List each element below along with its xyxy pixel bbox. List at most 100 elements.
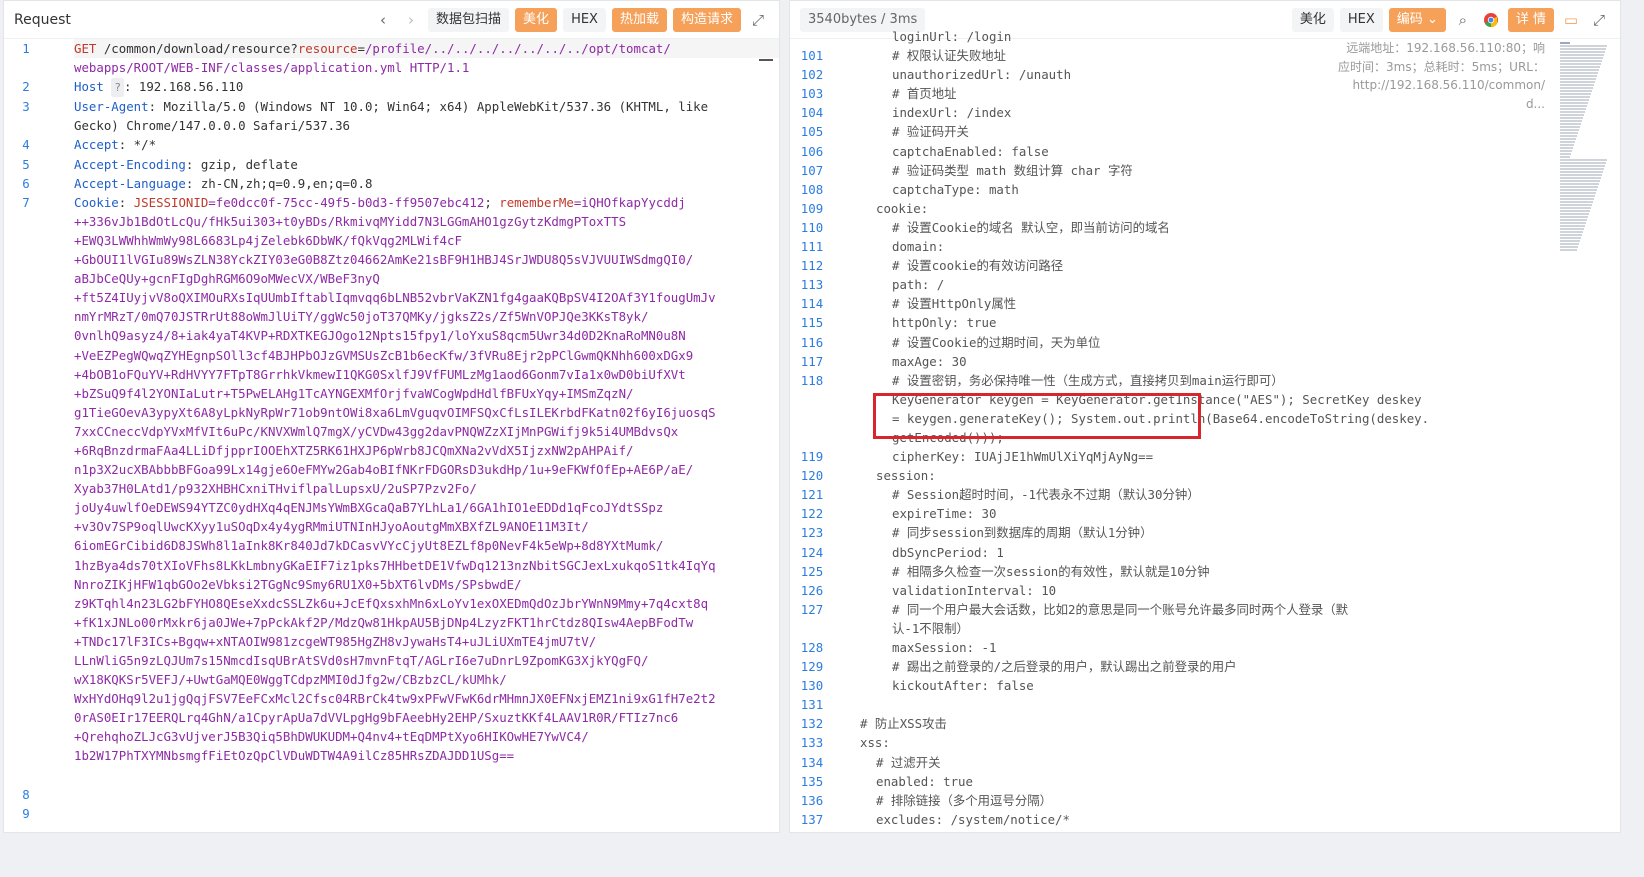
request-path: /common/download/resource?: [96, 41, 298, 56]
yaml-text: cipherKey: IUAjJE1hWmUlXiYqMjAyNg==: [892, 449, 1154, 465]
response-line: 136 # 排除链接（多个用逗号分隔）: [790, 791, 1620, 810]
line-number: 116: [800, 334, 824, 350]
cookie-value-cont: ++336vJb1BdOtLcQu/fHk5ui303+t0yBDs/Rkmiv…: [74, 213, 627, 229]
response-line: 130 kickoutAfter: false: [790, 676, 1620, 695]
cookie-value-cont: joUy4uwlfOeDEWS94YTZC0ydHXq4qENJMsYWmBXG…: [74, 500, 664, 516]
minimap-line: [1560, 99, 1589, 101]
line-number: 103: [800, 86, 824, 102]
line-text: Gecko) Chrome/147.0.0.0 Safari/537.36: [74, 116, 779, 135]
line-number: 9: [22, 805, 30, 821]
line-number: 118: [800, 372, 824, 388]
yaml-text: domain:: [892, 239, 952, 255]
line-text: # Session超时时间，-1代表永不过期（默认30分钟）: [860, 485, 1620, 504]
line-text: # 防止XSS攻击: [860, 714, 1620, 733]
header-value-cont: Gecko) Chrome/147.0.0.0 Safari/537.36: [74, 118, 351, 134]
minimap-line: [1560, 66, 1600, 68]
yaml-text: # 同步session到数据库的周期（默认1分钟）: [892, 525, 1153, 541]
line-number: 125: [800, 563, 824, 579]
line-number: 3: [22, 99, 30, 115]
minimap-line: [1560, 156, 1570, 158]
yaml-text: loginUrl: /login: [892, 29, 1012, 44]
request-line: Xyab37H0LAtd1/p932XHBHCxniTHviflpalLupsx…: [4, 479, 779, 498]
line-number: 108: [800, 181, 824, 197]
request-line: z9KTqhl4n23LG2bFYHO8QEseXxdcSSLZk6u+JcEf…: [4, 594, 779, 613]
line-number: 128: [800, 640, 824, 655]
line-text: z9KTqhl4n23LG2bFYHO8QEseXxdcSSLZk6u+JcEf…: [74, 594, 779, 613]
beautify-button[interactable]: 美化: [515, 8, 558, 32]
line-number: 113: [800, 277, 824, 293]
line-text: cipherKey: IUAjJE1hWmUlXiYqMjAyNg==: [860, 447, 1620, 466]
minimap-line: [1560, 216, 1588, 218]
line-text: nmYrMRzT/0mQ70JSTRrUt88oWmJlUiTY/ggWc50j…: [74, 307, 779, 326]
back-arrow-icon[interactable]: ‹: [372, 8, 394, 32]
request-line: +v3Ov7SP9oqlUwcKXyy1uSOqDx4y4ygRMmiUTNIn…: [4, 517, 779, 536]
minimap-line: [1560, 225, 1585, 227]
line-text: +v3Ov7SP9oqlUwcKXyy1uSOqDx4y4ygRMmiUTNIn…: [74, 517, 779, 536]
minimap-line: [1560, 108, 1586, 110]
minimap-line: [1560, 69, 1599, 71]
header-key: Accept: [74, 137, 119, 153]
line-number: 2: [22, 79, 30, 95]
minimap-line: [1560, 117, 1583, 119]
request-line: 1hzBya4ds70tXIoVFhs8LKkLmbnyGKaEIF7iz1pk…: [4, 556, 779, 575]
hot-load-button[interactable]: 热加载: [611, 8, 667, 32]
cookie-value-cont: Xyab37H0LAtd1/p932XHBHCxniTHviflpalLupsx…: [74, 481, 477, 497]
packet-scan-button[interactable]: 数据包扫描: [428, 8, 510, 32]
minimap-line: [1560, 141, 1575, 143]
minimap-line: [1560, 159, 1607, 161]
http-protocol: HTTP/1.1: [402, 60, 470, 76]
expand-icon[interactable]: ⤢: [747, 8, 769, 32]
line-number: 101: [800, 48, 824, 64]
minimap-line: [1560, 207, 1591, 209]
response-line: 126 validationInterval: 10: [790, 581, 1620, 600]
line-text: Host ?: 192.168.56.110: [74, 77, 779, 98]
request-line: 6 Accept-Language: zh-CN,zh;q=0.9,en;q=0.…: [4, 174, 779, 193]
request-line: wX18KQKSr5VEFJ/+UwtGaMQE0WggTCdpzMMI0dJf…: [4, 670, 779, 689]
yaml-text: session:: [876, 468, 936, 484]
line-text: 认-1不限制）: [860, 619, 1620, 638]
line-text: +6RqBnzdrmaFAa4LLiDfjpprIOOEhXTZ5RK61HXJ…: [74, 441, 779, 460]
yaml-text: # 排除链接（多个用逗号分隔）: [876, 792, 1052, 808]
minimap-line: [1560, 84, 1594, 86]
request-line: +4bOB1oFQuYV+RdHVYY7FTpT8GrrhkVkmewI1QKG…: [4, 365, 779, 384]
param-key: resource: [297, 41, 358, 56]
response-line: 123 # 同步session到数据库的周期（默认1分钟）: [790, 523, 1620, 542]
cookie-value-cont: nmYrMRzT/0mQ70JSTRrUt88oWmJlUiTY/ggWc50j…: [74, 309, 649, 325]
cookie-value-cont: +EWQ3LWWhhWmWy98L6683Lp4jZelebk6DbWK/fQk…: [74, 232, 462, 248]
minimap-line: [1560, 87, 1593, 89]
header-value: : 192.168.56.110: [123, 79, 244, 95]
header-value: : */*: [118, 137, 157, 153]
scroll-indicator[interactable]: [759, 59, 773, 61]
request-editor[interactable]: 1 GET /common/download/resource?resource=…: [4, 39, 779, 832]
response-line: 133 xss:: [790, 733, 1620, 752]
minimap-line: [1560, 189, 1597, 191]
request-line: +GbOUI1lVGIu89WsZLN38YckZIY03eG0B8Ztz046…: [4, 250, 779, 269]
http-method: GET: [74, 41, 97, 56]
line-text: excludes: /system/notice/*: [860, 810, 1620, 829]
yaml-text: # 同一个用户最大会话数，比如2的意思是同一个账号允许最多同时两个人登录（默: [892, 601, 1349, 617]
code-minimap[interactable]: [1560, 41, 1608, 301]
line-text: # 设置HttpOnly属性: [860, 294, 1620, 313]
request-line: n1p3X2ucXBAbbbBFGoa99Lx14gje6OeFMYw2Gab4…: [4, 460, 779, 479]
request-line: 4 Accept: */*: [4, 135, 779, 154]
construct-request-button[interactable]: 构造请求: [672, 8, 741, 32]
info-line: http://192.168.56.110/common/: [1352, 78, 1545, 93]
forward-arrow-icon[interactable]: ›: [400, 8, 422, 32]
line-text: expireTime: 30: [860, 504, 1620, 523]
line-text: 0rAS0EIr17EERQLrq4GhN/a1CpyrApUa7dVVLpgH…: [74, 708, 779, 727]
response-line: 129 # 踢出之前登录的/之后登录的用户，默认踢出之前登录的用户: [790, 657, 1620, 676]
line-text: # 设置Cookie的域名 默认空，即当前访问的域名: [860, 218, 1620, 237]
minimap-line: [1560, 228, 1584, 230]
line-text: # 相隔多久检查一次session的有效性，默认就是10分钟: [860, 562, 1620, 581]
cookie-value-cont: 1b2W17PhTXYMNbsmgfFiEtOzQpClVDuWDTW4A9il…: [74, 748, 515, 764]
cookie-value-cont: LLnWliG5n9zLQJUm7s15NmcdIsqUBrAtSVd0sH7m…: [74, 653, 649, 668]
request-line: +TNDc17lF3ICs+Bgqw+xNTAOIW981zcgeWT985Hg…: [4, 632, 779, 651]
minimap-line: [1560, 192, 1596, 194]
line-text: +bZSuQ9f4l2YONIaLutr+T5PwELAHg1TcAYNGEXM…: [74, 384, 779, 403]
header-key: Cookie: [74, 194, 119, 210]
minimap-line: [1560, 213, 1589, 215]
hex-button[interactable]: HEX: [563, 8, 606, 32]
minimap-line: [1560, 243, 1579, 245]
header-key: Accept-Encoding: [74, 156, 186, 172]
